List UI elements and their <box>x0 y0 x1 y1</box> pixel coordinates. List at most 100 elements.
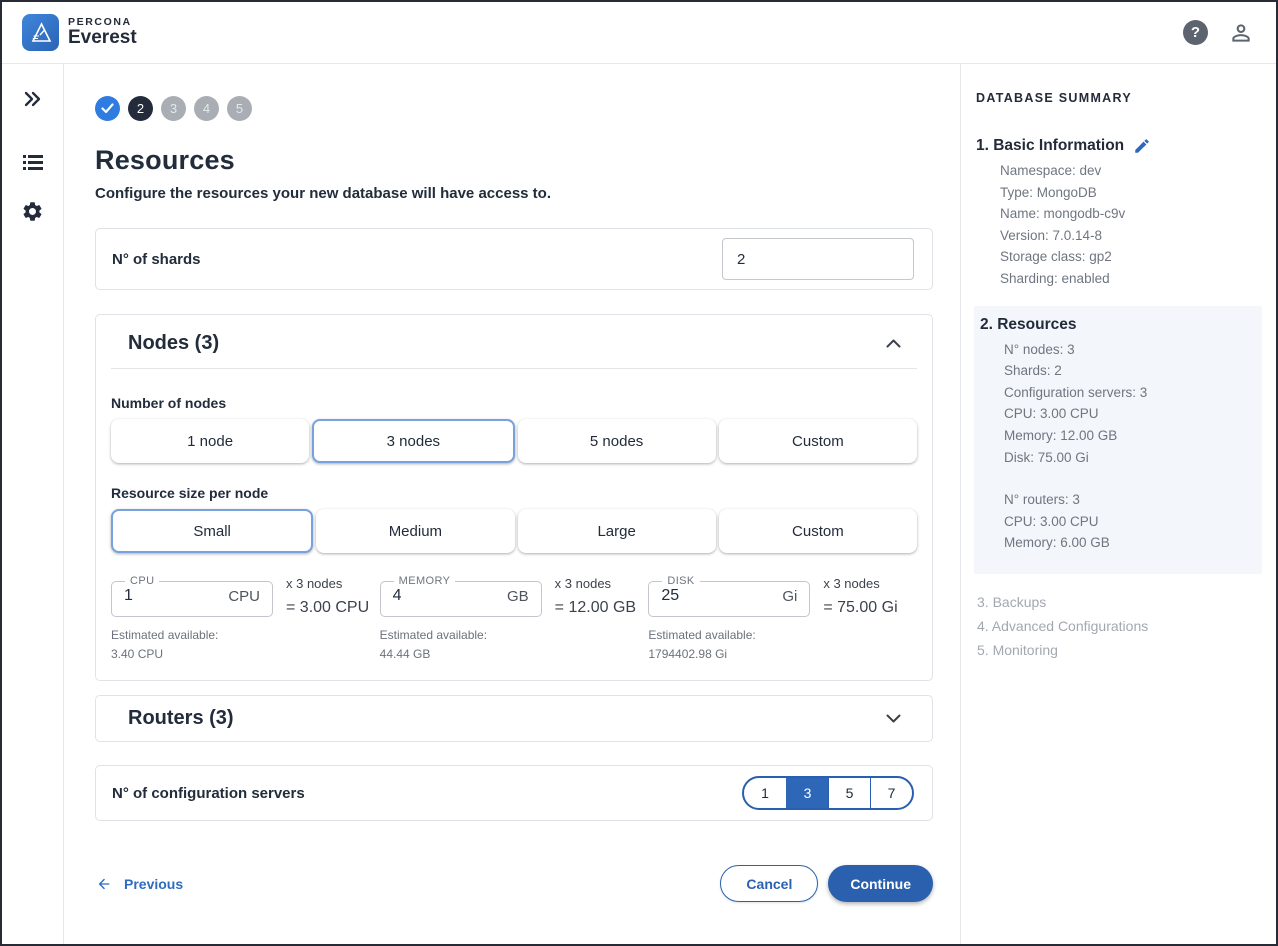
cpu-input[interactable] <box>124 587 194 605</box>
routers-accordion: Routers (3) <box>95 695 933 742</box>
node-count-option-custom[interactable]: Custom <box>719 419 917 463</box>
cancel-button[interactable]: Cancel <box>720 865 818 902</box>
memory-total: = 12.00 GB <box>555 599 636 617</box>
wizard-main: 2 3 4 5 Resources Configure the resource… <box>64 64 960 944</box>
cpu-field: CPU CPU <box>111 575 273 617</box>
size-option-small[interactable]: Small <box>111 509 313 553</box>
config-servers-card: N° of configuration servers 1 3 5 7 <box>95 765 933 821</box>
summary-basic-information-section: 1. Basic Information Namespace: dev Type… <box>974 137 1262 290</box>
summary-line: Sharding: enabled <box>1000 268 1262 290</box>
memory-field-legend: MEMORY <box>394 575 456 587</box>
shards-label: N° of shards <box>112 251 201 268</box>
summary-line: CPU: 3.00 CPU <box>1004 511 1254 533</box>
config-servers-option-3[interactable]: 3 <box>786 778 828 808</box>
size-option-custom[interactable]: Custom <box>719 509 917 553</box>
shards-card: N° of shards <box>95 228 933 290</box>
left-nav-rail <box>2 64 64 944</box>
check-icon <box>101 103 114 114</box>
size-option-large[interactable]: Large <box>518 509 716 553</box>
continue-button[interactable]: Continue <box>828 865 933 902</box>
config-servers-option-1[interactable]: 1 <box>744 778 786 808</box>
summary-step-monitoring: 5. Monitoring <box>974 642 1262 658</box>
disk-input[interactable] <box>661 587 731 605</box>
database-list-icon <box>22 153 44 173</box>
node-count-option-3nodes[interactable]: 3 nodes <box>312 419 514 463</box>
disk-total: = 75.00 Gi <box>823 599 897 617</box>
previous-button[interactable]: Previous <box>95 876 183 892</box>
summary-line: Namespace: dev <box>1000 160 1262 182</box>
memory-multiplier: x 3 nodes <box>555 576 636 591</box>
step-5: 5 <box>227 96 252 121</box>
step-4: 4 <box>194 96 219 121</box>
node-count-option-5nodes[interactable]: 5 nodes <box>518 419 716 463</box>
config-servers-option-5[interactable]: 5 <box>828 778 870 808</box>
summary-resources-section: 2. Resources N° nodes: 3 Shards: 2 Confi… <box>974 306 1262 574</box>
number-of-nodes-label: Number of nodes <box>111 395 917 411</box>
summary-line: Disk: 75.00 Gi <box>1004 447 1254 469</box>
nodes-accordion-title: Nodes (3) <box>128 332 219 355</box>
cpu-estimated: Estimated available: 3.40 CPU <box>111 626 380 664</box>
nodes-accordion-header[interactable]: Nodes (3) <box>96 315 932 368</box>
disk-resource-column: DISK Gi x 3 nodes = 75.00 Gi <box>648 575 917 664</box>
per-node-resources-row: CPU CPU x 3 nodes = 3.00 CPU <box>111 575 917 680</box>
node-count-option-1node[interactable]: 1 node <box>111 419 309 463</box>
routers-accordion-header[interactable]: Routers (3) <box>96 696 932 741</box>
memory-input[interactable] <box>393 587 463 605</box>
memory-unit-adornment: GB <box>507 588 529 605</box>
resources-section-title: 2. Resources <box>980 316 1077 334</box>
database-summary-title: DATABASE SUMMARY <box>974 91 1262 105</box>
wizard-footer: Previous Cancel Continue <box>95 865 933 902</box>
person-icon <box>1228 20 1254 46</box>
page-title: Resources <box>95 145 933 176</box>
cpu-total: = 3.00 CPU <box>286 599 369 617</box>
brand-everest: Everest <box>68 27 137 49</box>
cpu-field-legend: CPU <box>125 575 159 587</box>
chevron-up-icon <box>886 339 901 348</box>
summary-line: Type: MongoDB <box>1000 182 1262 204</box>
summary-line: Storage class: gp2 <box>1000 246 1262 268</box>
resource-size-label: Resource size per node <box>111 485 917 501</box>
chevron-down-icon <box>886 714 901 723</box>
step-3: 3 <box>161 96 186 121</box>
memory-resource-column: MEMORY GB x 3 nodes = 12.00 GB <box>380 575 649 664</box>
basic-information-title: 1. Basic Information <box>976 137 1124 155</box>
summary-line: Memory: 12.00 GB <box>1004 425 1254 447</box>
disk-multiplier: x 3 nodes <box>823 576 897 591</box>
cpu-resource-column: CPU CPU x 3 nodes = 3.00 CPU <box>111 575 380 664</box>
config-servers-option-7[interactable]: 7 <box>870 778 912 808</box>
summary-line: N° routers: 3 <box>1004 489 1254 511</box>
sidebar-item-settings[interactable] <box>20 198 46 224</box>
nodes-accordion: Nodes (3) Number of nodes 1 node 3 nodes… <box>95 314 933 681</box>
arrow-back-icon <box>95 876 113 892</box>
summary-line: CPU: 3.00 CPU <box>1004 403 1254 425</box>
routers-accordion-title: Routers (3) <box>128 707 234 730</box>
summary-line: N° nodes: 3 <box>1004 339 1254 361</box>
disk-field: DISK Gi <box>648 575 810 617</box>
help-button[interactable]: ? <box>1183 20 1208 45</box>
memory-estimated: Estimated available: 44.44 GB <box>380 626 649 664</box>
step-1-completed <box>95 96 120 121</box>
sidebar-item-databases[interactable] <box>20 150 46 176</box>
config-servers-toggle-group: 1 3 5 7 <box>742 776 914 810</box>
page-subtitle: Configure the resources your new databas… <box>95 185 933 202</box>
app-window: PERCONA Everest ? <box>0 0 1278 946</box>
double-chevron-right-icon <box>23 91 43 107</box>
disk-unit-adornment: Gi <box>782 588 797 605</box>
summary-line: Shards: 2 <box>1004 360 1254 382</box>
disk-estimated: Estimated available: 1794402.98 Gi <box>648 626 917 664</box>
disk-field-legend: DISK <box>662 575 699 587</box>
cpu-multiplier: x 3 nodes <box>286 576 369 591</box>
edit-pencil-icon[interactable] <box>1133 137 1151 155</box>
gear-icon <box>21 200 44 223</box>
shards-input[interactable] <box>722 238 914 280</box>
summary-line: Name: mongodb-c9v <box>1000 203 1262 225</box>
size-option-medium[interactable]: Medium <box>316 509 514 553</box>
summary-step-advanced-configurations: 4. Advanced Configurations <box>974 618 1262 634</box>
previous-button-label: Previous <box>124 876 183 892</box>
summary-step-backups: 3. Backups <box>974 594 1262 610</box>
expand-sidebar-button[interactable] <box>20 86 46 112</box>
database-summary-panel: DATABASE SUMMARY 1. Basic Information Na… <box>960 64 1276 944</box>
percona-everest-logo-icon <box>22 14 59 51</box>
step-2-active: 2 <box>128 96 153 121</box>
account-button[interactable] <box>1228 20 1254 46</box>
